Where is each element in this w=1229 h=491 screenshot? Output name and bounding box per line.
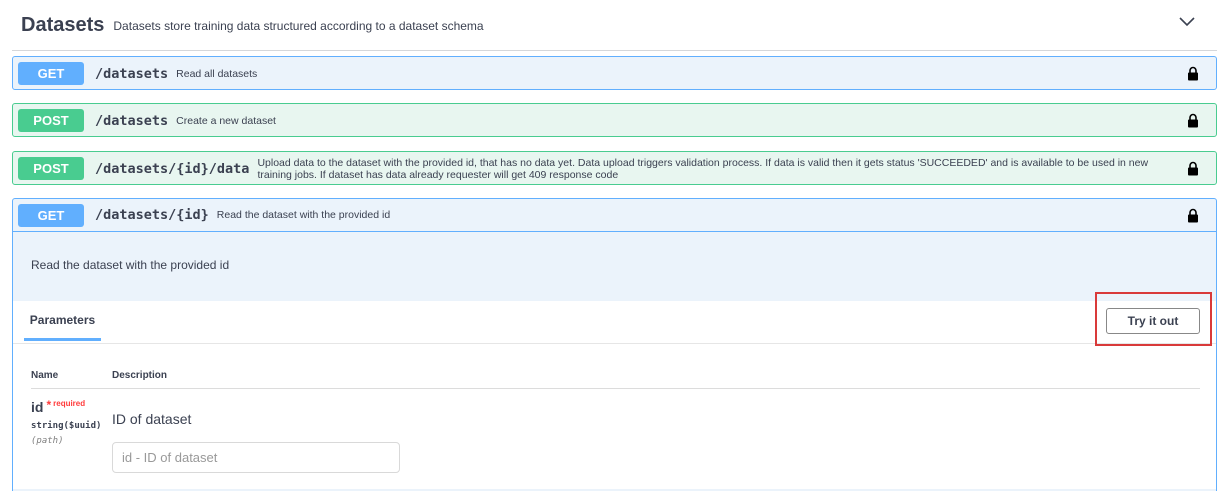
lock-icon[interactable] — [1187, 161, 1199, 176]
parameters-section: Parameters Try it out Name Description i… — [13, 292, 1216, 489]
chevron-down-icon[interactable] — [1177, 14, 1197, 30]
operation-post-dataset-data[interactable]: POST /datasets/{id}/data Upload data to … — [12, 151, 1217, 185]
method-badge: POST — [18, 109, 84, 132]
operation-description: Read the dataset with the provided id — [31, 258, 230, 272]
parameter-name: id * required — [31, 398, 86, 415]
operation-summary-text: Read all datasets — [176, 67, 258, 80]
operation-summary-text: Create a new dataset — [176, 114, 276, 127]
operation-summary[interactable]: POST /datasets Create a new dataset — [13, 104, 1216, 137]
operation-path: /datasets/{id}/data — [95, 160, 250, 177]
required-star: * — [46, 398, 52, 412]
operation-summary-text: Upload data to the dataset with the prov… — [257, 156, 1149, 181]
operation-path: /datasets/{id} — [95, 207, 209, 223]
operation-summary-text: Read the dataset with the provided id — [216, 209, 391, 221]
tab-parameters[interactable]: Parameters — [24, 301, 101, 341]
lock-icon[interactable] — [1187, 66, 1199, 81]
tag-description: Datasets store training data structured … — [113, 19, 484, 33]
operation-summary[interactable]: GET /datasets/{id} Read the dataset with… — [13, 199, 1216, 232]
column-header-description: Description — [112, 370, 168, 381]
parameter-description: ID of dataset — [112, 411, 192, 427]
parameters-header: Parameters Try it out — [13, 292, 1216, 346]
operation-get-datasets[interactable]: GET /datasets Read all datasets — [12, 56, 1217, 90]
lock-icon[interactable] — [1187, 208, 1199, 223]
operation-summary[interactable]: POST /datasets/{id}/data Upload data to … — [13, 152, 1216, 185]
tag-title: Datasets — [21, 13, 105, 36]
lock-icon[interactable] — [1187, 113, 1199, 128]
parameter-name-text: id — [31, 399, 44, 415]
method-badge: GET — [18, 62, 84, 85]
tag-header-datasets[interactable]: Datasets Datasets store training data st… — [12, 0, 1217, 51]
required-label: required — [53, 399, 86, 408]
method-badge: GET — [18, 203, 84, 227]
id-input[interactable] — [112, 442, 400, 473]
operation-path: /datasets — [95, 65, 169, 82]
parameter-location: (path) — [31, 436, 64, 446]
operation-path: /datasets — [95, 112, 169, 129]
operation-post-datasets[interactable]: POST /datasets Create a new dataset — [12, 103, 1217, 137]
operation-summary[interactable]: GET /datasets Read all datasets — [13, 57, 1216, 90]
parameter-type: string($uuid) — [31, 421, 102, 431]
try-it-out-button[interactable]: Try it out — [1106, 308, 1200, 334]
column-header-name: Name — [31, 370, 59, 381]
divider — [31, 388, 1200, 389]
operation-get-dataset-by-id[interactable]: GET /datasets/{id} Read the dataset with… — [12, 198, 1217, 491]
method-badge: POST — [18, 157, 84, 180]
